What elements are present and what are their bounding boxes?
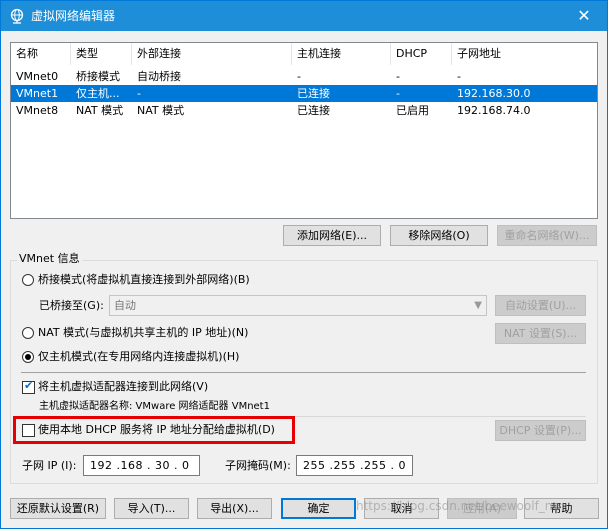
- rename-network-button[interactable]: 重命名网络(W)...: [497, 225, 597, 246]
- title-bar: 虚拟网络编辑器 ✕: [1, 1, 607, 31]
- adapter-name-text: 主机虚拟适配器名称: VMware 网络适配器 VMnet1: [39, 401, 270, 412]
- remove-network-button[interactable]: 移除网络(O): [390, 225, 488, 246]
- subnet-ip-label: 子网 IP (I):: [22, 459, 77, 472]
- import-button[interactable]: 导入(T)...: [114, 498, 189, 519]
- subnet-ip-input[interactable]: 192 .168 . 30 . 0: [83, 455, 200, 476]
- table-cell: 192.168.74.0: [457, 104, 531, 117]
- table-cell: 192.168.30.0: [457, 87, 531, 100]
- nat-mode-label[interactable]: NAT 模式(与虚拟机共享主机的 IP 地址)(N): [38, 326, 248, 340]
- table-cell: 已连接: [297, 87, 330, 100]
- table-cell: 仅主机...: [76, 87, 120, 100]
- chevron-down-icon: ▼: [474, 300, 482, 311]
- vmnet-info-title: VMnet 信息: [17, 252, 82, 266]
- table-cell: VMnet0: [16, 70, 59, 83]
- table-cell: NAT 模式: [76, 104, 124, 117]
- bridged-mode-label[interactable]: 桥接模式(将虚拟机直接连接到外部网络)(B): [38, 273, 250, 287]
- table-cell: 已启用: [396, 104, 429, 117]
- bridged-to-value: 自动: [114, 299, 136, 312]
- subnet-mask-label: 子网掩码(M):: [225, 459, 291, 472]
- connect-adapter-checkbox[interactable]: ✔: [22, 379, 35, 394]
- bridged-to-label: 已桥接至(G):: [39, 299, 104, 312]
- column-header-type[interactable]: 类型: [71, 43, 132, 65]
- table-cell: VMnet8: [16, 104, 59, 117]
- connect-adapter-label[interactable]: 将主机虚拟适配器连接到此网络(V): [38, 380, 208, 394]
- restore-defaults-button[interactable]: 还原默认设置(R): [10, 498, 106, 519]
- watermark-text: https://blog.csdn.net/beewoolf_ne: [356, 499, 560, 513]
- host-only-mode-radio[interactable]: [22, 351, 34, 363]
- table-cell: -: [396, 70, 400, 83]
- table-row-vmnet8[interactable]: VMnet8 NAT 模式 NAT 模式 已连接 已启用 192.168.74.…: [11, 102, 597, 119]
- close-button[interactable]: ✕: [561, 1, 607, 31]
- virtual-network-editor-window: 虚拟网络编辑器 ✕ 名称 类型 外部连接 主机连接 DHCP 子网地址 VMne…: [0, 0, 608, 529]
- column-header-dhcp[interactable]: DHCP: [391, 43, 452, 65]
- table-row-vmnet0[interactable]: VMnet0 桥接模式 自动桥接 - - -: [11, 68, 597, 85]
- subnet-mask-input[interactable]: 255 .255 .255 . 0: [296, 455, 413, 476]
- auto-settings-button[interactable]: 自动设置(U)...: [495, 295, 586, 316]
- column-header-external[interactable]: 外部连接: [132, 43, 292, 65]
- table-cell: -: [137, 87, 141, 100]
- table-cell: 已连接: [297, 104, 330, 117]
- dhcp-settings-button[interactable]: DHCP 设置(P)...: [495, 420, 586, 441]
- table-cell: -: [297, 70, 301, 83]
- network-globe-icon: [10, 8, 24, 24]
- nat-settings-button[interactable]: NAT 设置(S)...: [495, 323, 586, 344]
- network-table: 名称 类型 外部连接 主机连接 DHCP 子网地址 VMnet0 桥接模式 自动…: [10, 42, 598, 219]
- column-header-subnet[interactable]: 子网地址: [452, 43, 597, 65]
- column-header-host[interactable]: 主机连接: [292, 43, 391, 65]
- table-cell: NAT 模式: [137, 104, 185, 117]
- ok-button[interactable]: 确定: [281, 498, 356, 519]
- table-header: 名称 类型 外部连接 主机连接 DHCP 子网地址: [11, 43, 597, 65]
- table-cell: -: [457, 70, 461, 83]
- export-button[interactable]: 导出(X)...: [197, 498, 272, 519]
- table-row-vmnet1[interactable]: VMnet1 仅主机... - 已连接 - 192.168.30.0: [11, 85, 597, 102]
- column-header-name[interactable]: 名称: [11, 43, 71, 65]
- table-cell: 桥接模式: [76, 70, 120, 83]
- table-cell: -: [396, 87, 400, 100]
- nat-mode-radio[interactable]: [22, 327, 34, 339]
- checkmark-icon: ✔: [24, 379, 34, 392]
- bridged-to-select[interactable]: 自动 ▼: [109, 295, 487, 316]
- bridged-mode-radio[interactable]: [22, 274, 34, 286]
- add-network-button[interactable]: 添加网络(E)...: [283, 225, 381, 246]
- window-title: 虚拟网络编辑器: [31, 9, 116, 23]
- highlight-box: [13, 416, 295, 444]
- divider: [21, 372, 586, 373]
- host-only-mode-label[interactable]: 仅主机模式(在专用网络内连接虚拟机)(H): [38, 350, 239, 364]
- table-cell: 自动桥接: [137, 70, 181, 83]
- table-cell: VMnet1: [16, 87, 59, 100]
